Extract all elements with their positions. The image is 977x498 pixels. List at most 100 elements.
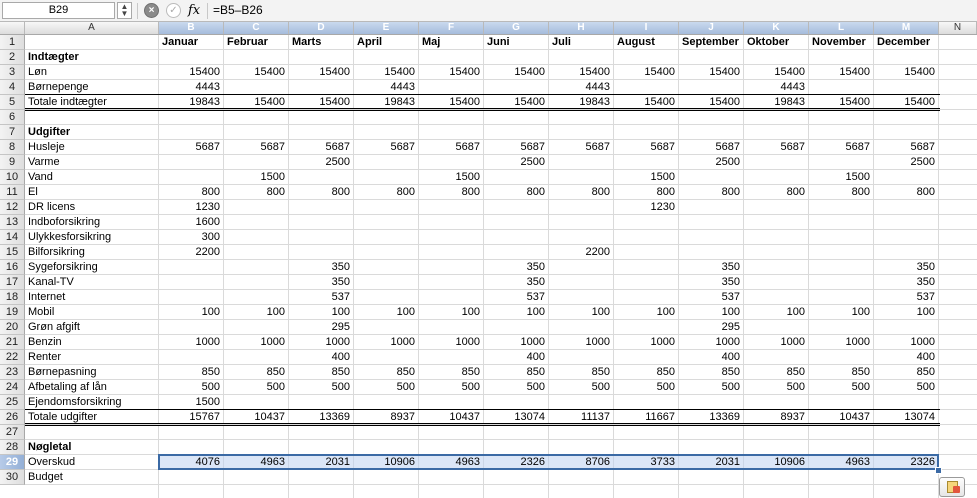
row-header-14[interactable]: 14 bbox=[0, 230, 25, 245]
column-header-b[interactable]: B bbox=[159, 22, 224, 34]
cell-h23[interactable]: 850 bbox=[549, 365, 614, 380]
cell-k5[interactable]: 19843 bbox=[744, 95, 809, 110]
spreadsheet-grid[interactable]: Januar Februar Marts April Maj Juni Juli August… bbox=[25, 35, 977, 498]
cell-a11[interactable]: El bbox=[25, 185, 159, 200]
column-header-j[interactable]: J bbox=[679, 22, 744, 34]
cell-l5[interactable]: 15400 bbox=[809, 95, 874, 110]
cell-f10[interactable]: 1500 bbox=[419, 170, 484, 185]
row-header-24[interactable]: 24 bbox=[0, 380, 25, 395]
cell-a7[interactable]: Udgifter bbox=[25, 125, 159, 140]
enter-icon[interactable]: ✓ bbox=[166, 3, 181, 18]
cell-g9[interactable]: 2500 bbox=[484, 155, 549, 170]
cell-b8[interactable]: 5687 bbox=[159, 140, 224, 155]
cell-a15[interactable]: Bilforsikring bbox=[25, 245, 159, 260]
cell-j18[interactable]: 537 bbox=[679, 290, 744, 305]
cell-l3[interactable]: 15400 bbox=[809, 65, 874, 80]
formula-input[interactable]: =B5–B26 bbox=[213, 2, 263, 19]
cell-e23[interactable]: 850 bbox=[354, 365, 419, 380]
cell-j23[interactable]: 850 bbox=[679, 365, 744, 380]
cell-m11[interactable]: 800 bbox=[874, 185, 939, 200]
cell-b23[interactable]: 850 bbox=[159, 365, 224, 380]
cell-k26[interactable]: 8937 bbox=[744, 410, 809, 425]
cell-h26[interactable]: 11137 bbox=[549, 410, 614, 425]
column-header-n[interactable]: N bbox=[939, 22, 977, 34]
cell-l11[interactable]: 800 bbox=[809, 185, 874, 200]
row-header-11[interactable]: 11 bbox=[0, 185, 25, 200]
cell-i5[interactable]: 15400 bbox=[614, 95, 679, 110]
cell-m19[interactable]: 100 bbox=[874, 305, 939, 320]
cell-l8[interactable]: 5687 bbox=[809, 140, 874, 155]
cell-k1[interactable]: Oktober bbox=[744, 35, 809, 50]
cell-b1[interactable]: Januar bbox=[159, 35, 224, 50]
cell-c24[interactable]: 500 bbox=[224, 380, 289, 395]
column-header-m[interactable]: M bbox=[874, 22, 939, 34]
cell-k24[interactable]: 500 bbox=[744, 380, 809, 395]
cell-k21[interactable]: 1000 bbox=[744, 335, 809, 350]
cell-m26[interactable]: 13074 bbox=[874, 410, 939, 425]
cell-e26[interactable]: 8937 bbox=[354, 410, 419, 425]
cell-l1[interactable]: November bbox=[809, 35, 874, 50]
cell-m29[interactable]: 2326 bbox=[874, 455, 939, 470]
cell-j19[interactable]: 100 bbox=[679, 305, 744, 320]
row-header-12[interactable]: 12 bbox=[0, 200, 25, 215]
cell-m22[interactable]: 400 bbox=[874, 350, 939, 365]
cell-a2[interactable]: Indtægter bbox=[25, 50, 159, 65]
cell-k19[interactable]: 100 bbox=[744, 305, 809, 320]
cell-f3[interactable]: 15400 bbox=[419, 65, 484, 80]
cell-h1[interactable]: Juli bbox=[549, 35, 614, 50]
cell-c19[interactable]: 100 bbox=[224, 305, 289, 320]
cell-i10[interactable]: 1500 bbox=[614, 170, 679, 185]
cell-i21[interactable]: 1000 bbox=[614, 335, 679, 350]
cell-m17[interactable]: 350 bbox=[874, 275, 939, 290]
cell-m5[interactable]: 15400 bbox=[874, 95, 939, 110]
cell-g23[interactable]: 850 bbox=[484, 365, 549, 380]
cell-g8[interactable]: 5687 bbox=[484, 140, 549, 155]
cell-g26[interactable]: 13074 bbox=[484, 410, 549, 425]
cell-e24[interactable]: 500 bbox=[354, 380, 419, 395]
cell-j17[interactable]: 350 bbox=[679, 275, 744, 290]
row-header-9[interactable]: 9 bbox=[0, 155, 25, 170]
cell-g24[interactable]: 500 bbox=[484, 380, 549, 395]
cell-d18[interactable]: 537 bbox=[289, 290, 354, 305]
cell-g22[interactable]: 400 bbox=[484, 350, 549, 365]
cell-h5[interactable]: 19843 bbox=[549, 95, 614, 110]
column-header-c[interactable]: C bbox=[224, 22, 289, 34]
column-header-h[interactable]: H bbox=[549, 22, 614, 34]
row-header-16[interactable]: 16 bbox=[0, 260, 25, 275]
cell-k8[interactable]: 5687 bbox=[744, 140, 809, 155]
cell-b13[interactable]: 1600 bbox=[159, 215, 224, 230]
cell-k29[interactable]: 10906 bbox=[744, 455, 809, 470]
cell-b12[interactable]: 1230 bbox=[159, 200, 224, 215]
cell-b4[interactable]: 4443 bbox=[159, 80, 224, 95]
cell-d17[interactable]: 350 bbox=[289, 275, 354, 290]
cell-c3[interactable]: 15400 bbox=[224, 65, 289, 80]
cell-c29[interactable]: 4963 bbox=[224, 455, 289, 470]
cell-a26[interactable]: Totale udgifter bbox=[25, 410, 159, 425]
column-header-e[interactable]: E bbox=[354, 22, 419, 34]
cell-l23[interactable]: 850 bbox=[809, 365, 874, 380]
cell-a30[interactable]: Budget bbox=[25, 470, 159, 485]
cell-g11[interactable]: 800 bbox=[484, 185, 549, 200]
cell-j22[interactable]: 400 bbox=[679, 350, 744, 365]
cell-f1[interactable]: Maj bbox=[419, 35, 484, 50]
cell-k4[interactable]: 4443 bbox=[744, 80, 809, 95]
row-header-8[interactable]: 8 bbox=[0, 140, 25, 155]
column-header-f[interactable]: F bbox=[419, 22, 484, 34]
cell-a24[interactable]: Afbetaling af lån bbox=[25, 380, 159, 395]
cell-m8[interactable]: 5687 bbox=[874, 140, 939, 155]
row-header-5[interactable]: 5 bbox=[0, 95, 25, 110]
cell-l24[interactable]: 500 bbox=[809, 380, 874, 395]
column-header-l[interactable]: L bbox=[809, 22, 874, 34]
cell-h4[interactable]: 4443 bbox=[549, 80, 614, 95]
cell-a12[interactable]: DR licens bbox=[25, 200, 159, 215]
cell-e11[interactable]: 800 bbox=[354, 185, 419, 200]
cell-d16[interactable]: 350 bbox=[289, 260, 354, 275]
cell-f11[interactable]: 800 bbox=[419, 185, 484, 200]
function-icon[interactable]: fx bbox=[188, 2, 200, 19]
cell-g19[interactable]: 100 bbox=[484, 305, 549, 320]
cell-e5[interactable]: 19843 bbox=[354, 95, 419, 110]
cell-h3[interactable]: 15400 bbox=[549, 65, 614, 80]
row-header-26[interactable]: 26 bbox=[0, 410, 25, 425]
row-header-17[interactable]: 17 bbox=[0, 275, 25, 290]
cell-d21[interactable]: 1000 bbox=[289, 335, 354, 350]
